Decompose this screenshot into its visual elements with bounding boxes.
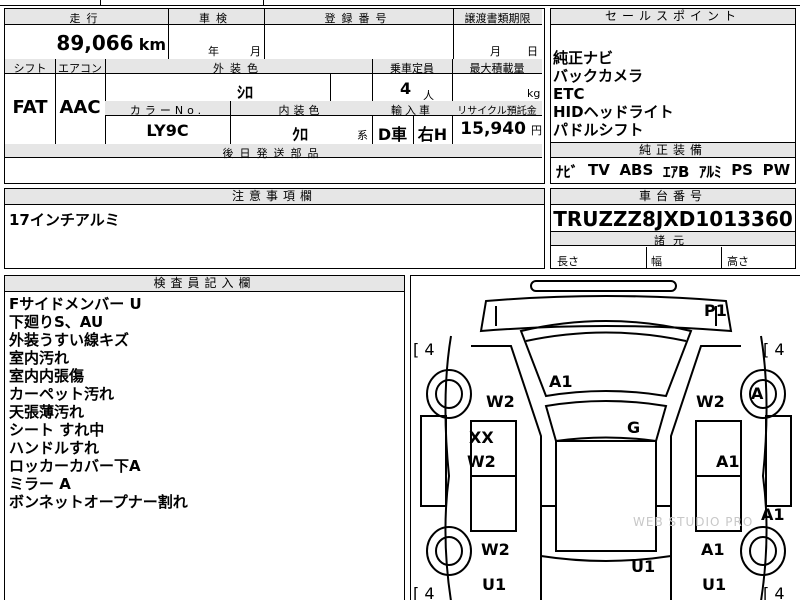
- mileage-header: 走行: [69, 12, 104, 25]
- inspection-year-unit: 年: [208, 45, 219, 58]
- damage-g: G: [627, 418, 641, 437]
- inspector-item: カーペット汚れ: [9, 385, 115, 403]
- damage-w2-left-mid: W2: [467, 452, 496, 471]
- equipment-item: PW: [762, 161, 791, 179]
- inspector-item: 外装うすい線キズ: [9, 331, 130, 349]
- inspector-item: 室内内張傷: [9, 367, 85, 385]
- sales-point-item: パドルシフト: [553, 121, 644, 139]
- damage-a1-far-right: A1: [761, 505, 785, 524]
- transfer-day-unit: 日: [527, 45, 538, 58]
- notes-header: 注意事項欄: [5, 189, 544, 205]
- dimensions-header: 諸元: [654, 234, 692, 247]
- equipment-item: ｱﾙﾐ: [699, 163, 722, 181]
- damage-w2-right-front: W2: [696, 392, 725, 411]
- inspection-month-unit: 月: [250, 45, 261, 58]
- inspector-list: Fサイドメンバー U 下廻りS、AU 外装うすい線キズ 室内汚れ 室内内張傷 カ…: [9, 295, 188, 511]
- damage-u1-right: U1: [702, 575, 727, 594]
- notes-text: 17インチアルミ: [9, 211, 120, 229]
- exterior-color-value: ｼﾛ: [236, 83, 253, 102]
- mileage-value: 89,066: [56, 31, 134, 55]
- inspector-item: ロッカーカバー下A: [9, 457, 141, 475]
- interior-color-suffix: 系: [357, 129, 368, 142]
- later-parts-header: 後日発送部品: [222, 147, 325, 160]
- dimension-width-label: 幅: [651, 255, 662, 268]
- color-no-header: カラーNo.: [129, 104, 206, 117]
- max-load-unit: kg: [527, 87, 541, 100]
- sales-points-list: 純正ナビ バックカメラ ETC HIDヘッドライト パドルシフト: [553, 49, 674, 139]
- equipment-item: PS: [731, 161, 753, 179]
- damage-a-right-wheel: A: [751, 384, 764, 403]
- chassis-header: 車台番号: [551, 189, 795, 205]
- damage-u1-left: U1: [482, 575, 507, 594]
- tire-left-rear-label: [ 4: [413, 584, 435, 600]
- equipment-item: ｴｱB: [662, 163, 690, 181]
- equipment-item: ﾅﾋﾞ: [555, 163, 579, 181]
- transfer-month-unit: 月: [490, 45, 501, 58]
- tire-right-rear-label: [ 4: [763, 584, 785, 600]
- equipment-item: TV: [587, 161, 610, 179]
- inspection-header: 車検: [199, 12, 233, 25]
- color-no-value: LY9C: [146, 121, 189, 140]
- interior-color-header: 内装色: [278, 104, 324, 117]
- notes-panel: 注意事項欄 17インチアルミ: [4, 188, 545, 269]
- inspector-item: ボンネットオープナー割れ: [9, 493, 188, 511]
- inspector-item: Fサイドメンバー U: [9, 295, 142, 313]
- damage-a1-right-mid: A1: [716, 452, 740, 471]
- genuine-equipment-panel: 純正装備 ﾅﾋﾞ TV ABS ｴｱB ｱﾙﾐ PS PW: [550, 142, 796, 184]
- inspector-item: シート すれ中: [9, 421, 105, 439]
- interior-color-value: ｸﾛ: [291, 125, 308, 144]
- aircon-header: エアコン: [58, 62, 102, 75]
- inspector-item: 室内汚れ: [9, 349, 70, 367]
- sales-point-item: バックカメラ: [553, 67, 644, 85]
- vehicle-info-grid: 走行 車検 登録番号 譲渡書類期限 89,066 km 年 月 月 日 シフト …: [4, 8, 545, 184]
- shift-header: シフト: [13, 62, 47, 75]
- recycle-value: 15,940: [460, 119, 526, 139]
- recycle-unit: 円: [531, 124, 542, 137]
- chassis-number: TRUZZZ8JXD1013360: [553, 207, 793, 231]
- watermark: WEB STUDIO PRO: [633, 515, 754, 529]
- inspector-item: 天張薄汚れ: [9, 403, 85, 421]
- exterior-color-header: 外装色: [213, 62, 264, 75]
- sales-points-header: セールスポイント: [551, 9, 795, 25]
- damage-u1-center: U1: [631, 557, 656, 576]
- damage-w2-left-front: W2: [486, 392, 515, 411]
- top-partial-row: [0, 0, 800, 6]
- shift-value: FAT: [12, 97, 48, 118]
- sales-points-panel: セールスポイント 純正ナビ バックカメラ ETC HIDヘッドライト パドルシフ…: [550, 8, 796, 143]
- inspector-panel: 検査員記入欄 Fサイドメンバー U 下廻りS、AU 外装うすい線キズ 室内汚れ …: [4, 275, 405, 600]
- capacity-header: 乗車定員: [390, 62, 434, 75]
- import-header: 輸入車: [391, 104, 433, 117]
- damage-diagram-panel: [ 4 [ 4 [ 4 [ 4 P1 A1 W2 W2 A XX G W2 A1…: [410, 275, 800, 600]
- inspector-item: ミラー A: [9, 475, 71, 493]
- tire-right-front-label: [ 4: [763, 340, 785, 359]
- equipment-item: ABS: [619, 161, 654, 179]
- tire-left-front-label: [ 4: [413, 340, 435, 359]
- damage-w2-left-rear: W2: [481, 540, 510, 559]
- damage-a1-hood: A1: [549, 372, 573, 391]
- transfer-deadline-header: 譲渡書類期限: [464, 12, 531, 25]
- inspector-header: 検査員記入欄: [5, 276, 404, 292]
- mileage-unit: km: [138, 35, 166, 54]
- import-value-1: D車: [377, 125, 408, 144]
- inspector-item: ハンドルすれ: [9, 439, 100, 457]
- inspector-item: 下廻りS、AU: [9, 313, 104, 331]
- sales-point-item: HIDヘッドライト: [553, 103, 674, 121]
- registration-header: 登録番号: [324, 12, 393, 25]
- dimension-height-label: 高さ: [727, 255, 749, 268]
- recycle-header: リサイクル預託金: [457, 106, 537, 117]
- damage-a1-right-rear: A1: [701, 540, 725, 559]
- dimension-length-label: 長さ: [557, 255, 579, 268]
- sales-point-item: 純正ナビ: [553, 49, 614, 67]
- sales-point-item: ETC: [553, 85, 585, 103]
- damage-xx: XX: [469, 428, 494, 447]
- chassis-panel: 車台番号 TRUZZZ8JXD1013360 諸元 長さ 幅 高さ: [550, 188, 796, 269]
- damage-p1: P1: [704, 301, 727, 320]
- aircon-value: AAC: [59, 97, 101, 118]
- import-value-2: 右H: [417, 125, 448, 144]
- capacity-value: 4: [400, 79, 412, 98]
- genuine-equipment-header: 純正装備: [551, 143, 795, 158]
- max-load-header: 最大積載量: [469, 62, 525, 75]
